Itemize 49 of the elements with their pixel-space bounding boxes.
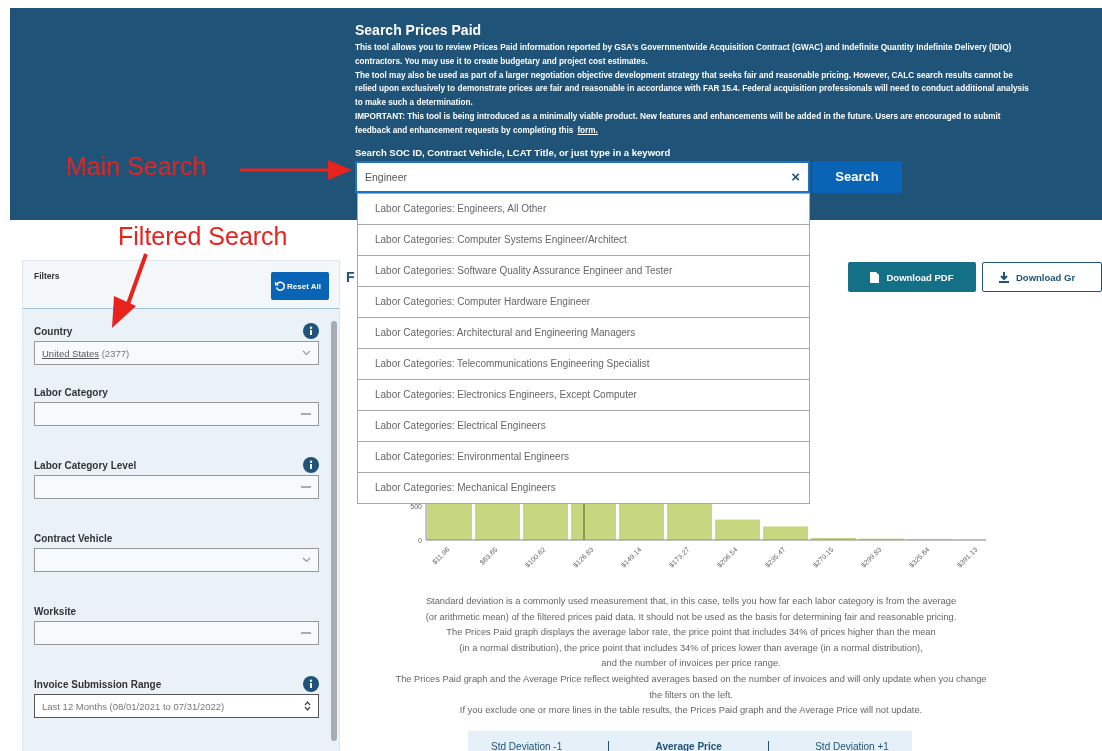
download-button[interactable]: Download Gr xyxy=(982,262,1102,292)
dash-icon xyxy=(301,413,311,415)
range-select[interactable]: Last 12 Months (08/01/2021 to 07/31/2022) xyxy=(34,694,319,718)
reset-icon xyxy=(275,281,285,291)
notice-text: IMPORTANT: This tool is being introduced as a minimally viable product. New features and enhancements will be added in the future. Users are encouraged to submit feedback and enhancement requests by completing this form. xyxy=(355,111,1002,137)
filter-label: Contract Vehicle xyxy=(34,532,113,544)
download-button[interactable]: Download PDF xyxy=(848,262,976,292)
filter-label: Labor Category xyxy=(34,386,108,398)
filter-label: Worksite xyxy=(34,605,77,617)
description-text: This tool allows you to review Prices Paid information reported by GSA's Governmentwide Acquisition Contract (GWAC) and Indefinite Quantity Indefinite Delivery (IDIQ) contractors. You may use it to create budgetary and project cost estimates. xyxy=(355,42,1013,68)
reset-button[interactable]: Reset All xyxy=(271,272,329,300)
stat-label: Std Deviation -1 xyxy=(491,740,563,751)
download-icon xyxy=(999,271,1009,283)
multi-select-field[interactable] xyxy=(34,621,319,645)
filter-label: Labor Category Level xyxy=(34,459,137,471)
search-label: Search SOC ID, Contract Vehicle, LCAT Title, or just type in a keyword xyxy=(355,146,672,158)
clear-button[interactable]: × xyxy=(791,168,800,186)
annotation-label: Main Search xyxy=(66,152,207,181)
scrollbar[interactable] xyxy=(331,321,337,741)
search-field[interactable]: Engineer × xyxy=(355,160,810,193)
dash-icon xyxy=(301,632,311,634)
info-icon[interactable] xyxy=(303,676,319,692)
multi-select-field[interactable] xyxy=(34,402,319,426)
form-link[interactable]: form. xyxy=(577,125,598,135)
chart-bar xyxy=(715,519,760,540)
document-icon xyxy=(870,271,880,283)
annotation-label: Filtered Search xyxy=(118,222,288,251)
dash-icon xyxy=(301,486,311,488)
chart-bar xyxy=(763,526,808,540)
chart-bar xyxy=(811,537,856,540)
filter-label: Country xyxy=(34,325,73,337)
stat-label: Std Deviation +1 xyxy=(815,740,889,751)
help-text: Standard deviation is a commonly used measurement that, in this case, tells you how far each labor category is from the average (or arithmetic mean) of the filtered prices paid data. It should not be used as the basis for determining fair and reasonable pricing. The Prices Paid graph displays the average labor rate, the price point that includes 34% of prices higher than the mean (in a normal distribution), the price point that includes 34% of prices lower than average (in a normal distribution), and the number of invoices per price range. The Prices Paid graph and the Average Price reflect weighted averages based on the number of invoices and will only update when you change the filters on the left. If you exclude one or more lines in the table results, the Prices Paid graph and the Average Price will not update. xyxy=(394,595,988,718)
dropdown-field[interactable] xyxy=(34,548,319,572)
filters-title: Filters xyxy=(34,271,60,283)
results-title: F xyxy=(346,269,355,285)
stat-label: Average Price xyxy=(655,740,722,751)
description-text: The tool may also be used as part of a larger negotiation objective development strategy that seeks fair and reasonable pricing. However, CALC search results cannot be relied upon exclusively to demonstrate prices are fair and reasonable in accordance with FAR 15.4. Federal acquisition professionals will need to conduct additional analysis to make such a determination. xyxy=(355,69,1030,110)
multi-select-field[interactable] xyxy=(34,475,319,499)
page-title: Search Prices Paid xyxy=(355,22,483,38)
dropdown-field[interactable]: United States (2377) xyxy=(34,341,319,365)
info-icon[interactable] xyxy=(303,457,319,473)
info-icon[interactable] xyxy=(303,323,319,339)
filter-label: Invoice Submission Range xyxy=(34,678,162,690)
search-button[interactable]: Search xyxy=(812,160,902,193)
arrow-icon xyxy=(240,160,352,180)
chevron-down-icon xyxy=(302,557,311,563)
chevron-down-icon xyxy=(302,350,311,356)
up-down-icon xyxy=(304,701,311,711)
